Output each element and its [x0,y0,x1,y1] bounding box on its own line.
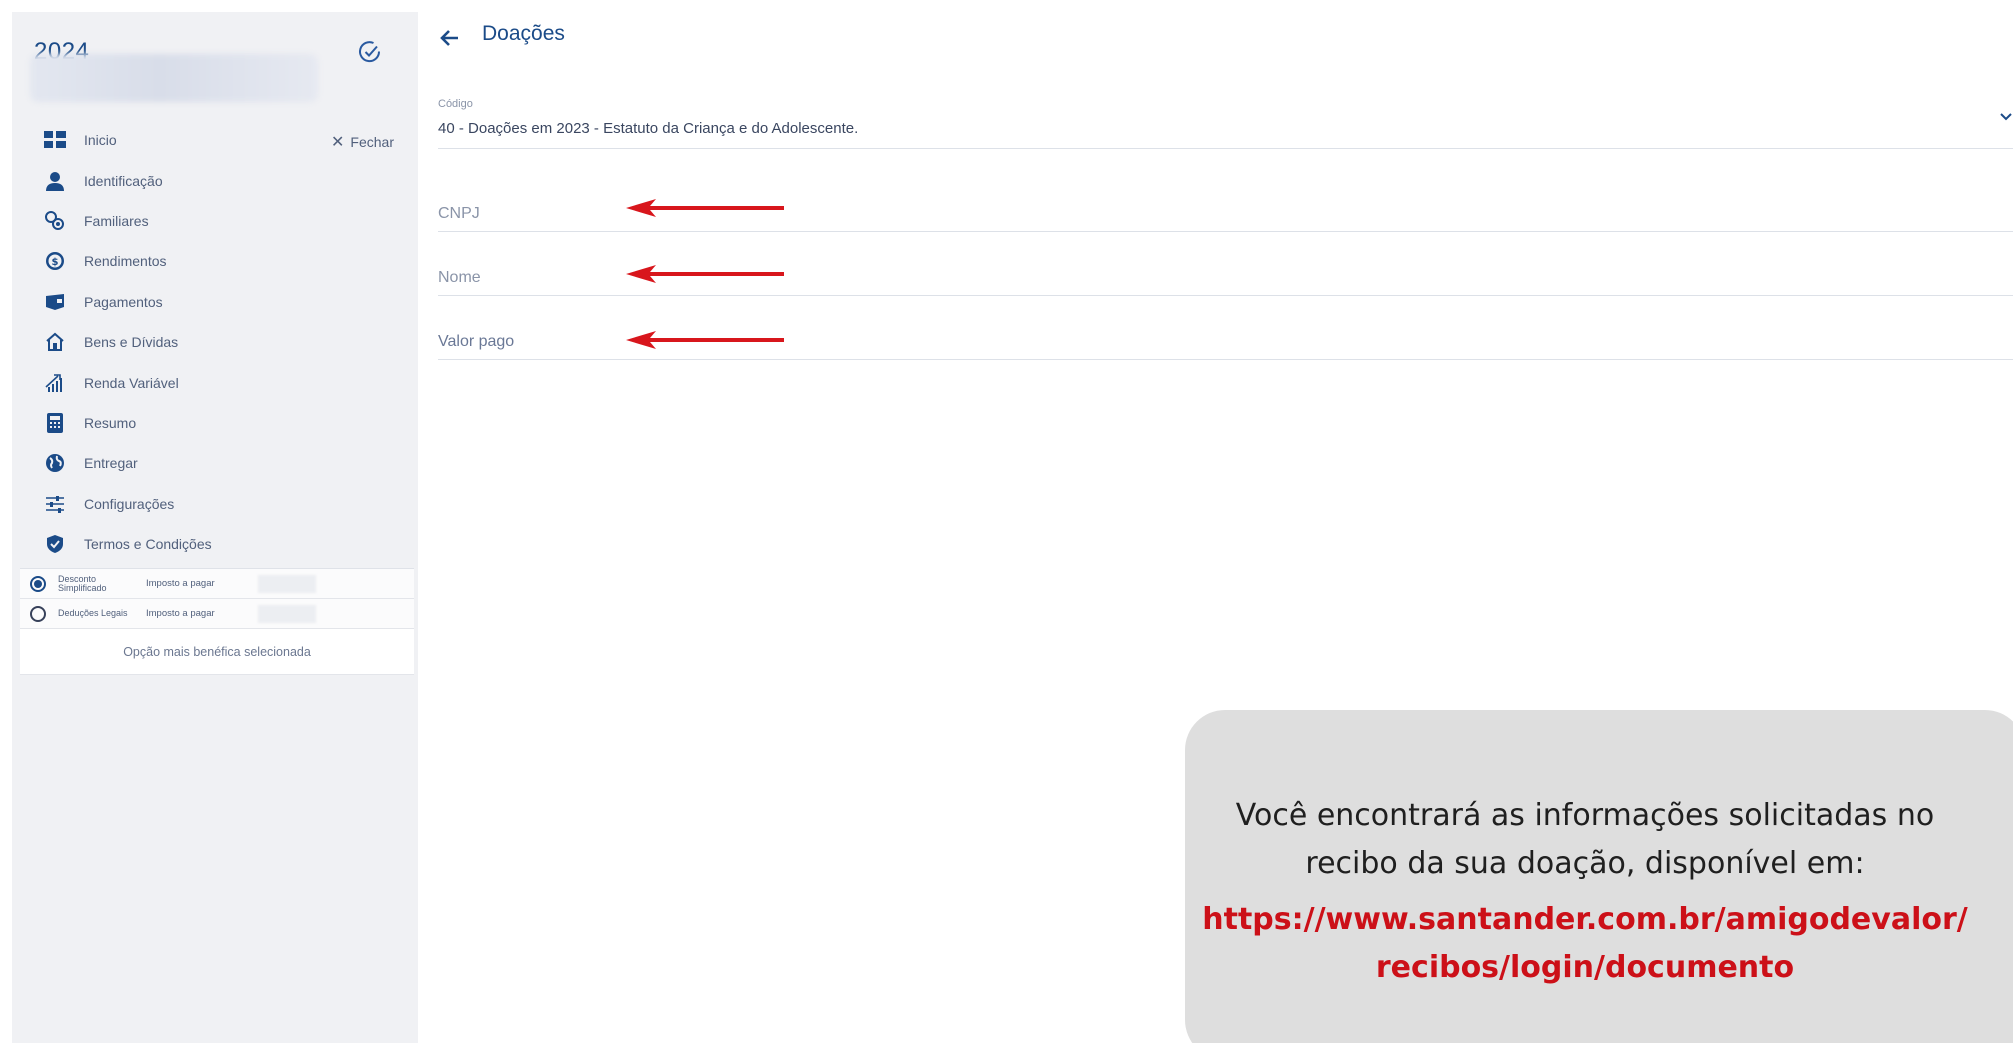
chart-icon [44,372,66,394]
red-arrow-icon [626,331,784,349]
shield-check-icon [44,533,66,555]
calculator-icon [44,412,66,434]
sliders-icon [44,493,66,515]
wallet-icon [44,291,66,313]
tax-regime-selector: Desconto Simplificado Imposto a pagar De… [20,568,414,675]
sidebar-item-label: Renda Variável [84,374,179,391]
family-icon [44,210,66,232]
sidebar-item-label: Termos e Condições [84,536,212,553]
taxpayer-name-redacted [30,54,318,102]
sidebar-item-label: Identificação [84,172,163,189]
sidebar-item-termos[interactable]: Termos e Condições [12,524,418,564]
red-arrow-icon [626,265,784,283]
receipt-link[interactable]: https://www.santander.com.br/amigodevalo… [1185,896,1985,992]
globe-icon [44,452,66,474]
sidebar-item-label: Inicio [84,132,117,149]
receipt-link-line-1: https://www.santander.com.br/amigodevalo… [1202,902,1968,937]
sidebar-item-renda-variavel[interactable]: Renda Variável [12,362,418,402]
codigo-underline [438,148,2013,149]
dollar-circle-icon: $ [44,250,66,272]
close-icon: ✕ [331,134,345,151]
sidebar-item-familiares[interactable]: Familiares [12,201,418,241]
sidebar-item-label: Entregar [84,455,138,472]
close-menu-button[interactable]: ✕ Fechar [331,132,394,152]
sidebar-menu: Inicio ✕ Fechar Identificação Familiares… [12,120,418,564]
svg-text:$: $ [52,257,59,268]
best-option-note: Opção mais benéfica selecionada [20,629,414,675]
codigo-label: Código [438,98,473,110]
sidebar-item-entregar[interactable]: Entregar [12,443,418,483]
tax-due-value-redacted [258,605,316,623]
tax-due-value-redacted [258,575,316,593]
sidebar-item-configuracoes[interactable]: Configurações [12,484,418,524]
info-callout: Você encontrará as informações solicitad… [1185,710,2013,1043]
back-arrow-icon[interactable] [436,24,464,52]
regime-option-legais[interactable]: Deduções Legais Imposto a pagar [20,599,414,629]
sidebar-item-identificacao[interactable]: Identificação [12,160,418,200]
regime-label-simplificado: Desconto Simplificado [58,573,107,593]
tax-due-label: Imposto a pagar [146,608,215,619]
red-arrow-icon [626,199,784,217]
chevron-down-icon[interactable] [1999,110,2013,124]
nome-placeholder: Nome [438,269,481,286]
radio-simplificado[interactable] [30,575,46,592]
receipt-link-line-2: recibos/login/documento [1375,950,1795,985]
grid-icon [44,129,66,151]
sidebar-item-label: Pagamentos [84,293,163,310]
regime-option-simplificado[interactable]: Desconto Simplificado Imposto a pagar [20,569,414,599]
sidebar-item-label: Configurações [84,495,175,512]
radio-legais[interactable] [30,605,46,622]
check-circle-icon[interactable] [358,40,382,64]
cnpj-placeholder: CNPJ [438,205,480,222]
sidebar-item-label: Resumo [84,414,137,431]
sidebar-item-label: Rendimentos [84,253,167,270]
house-icon [44,331,66,353]
sidebar-item-inicio[interactable]: Inicio ✕ Fechar [12,120,418,160]
codigo-select[interactable]: 40 - Doações em 2023 - Estatuto da Crian… [438,120,858,137]
close-menu-label: Fechar [350,134,394,150]
sidebar-item-rendimentos[interactable]: $ Rendimentos [12,241,418,281]
tax-due-label: Imposto a pagar [146,578,215,589]
sidebar-item-pagamentos[interactable]: Pagamentos [12,282,418,322]
valor-pago-placeholder: Valor pago [438,333,515,350]
sidebar-item-label: Familiares [84,212,149,229]
sidebar-item-bens-dividas[interactable]: Bens e Dívidas [12,322,418,362]
sidebar-item-resumo[interactable]: Resumo [12,403,418,443]
page-title: Doações [482,22,565,45]
sidebar-item-label: Bens e Dívidas [84,334,179,351]
sidebar: 2024 Inicio ✕ Fechar Identificação Famil… [12,12,418,1043]
regime-label-legais: Deduções Legais [58,608,128,618]
person-icon [44,170,66,192]
callout-text: Você encontrará as informações solicitad… [1235,798,1935,881]
